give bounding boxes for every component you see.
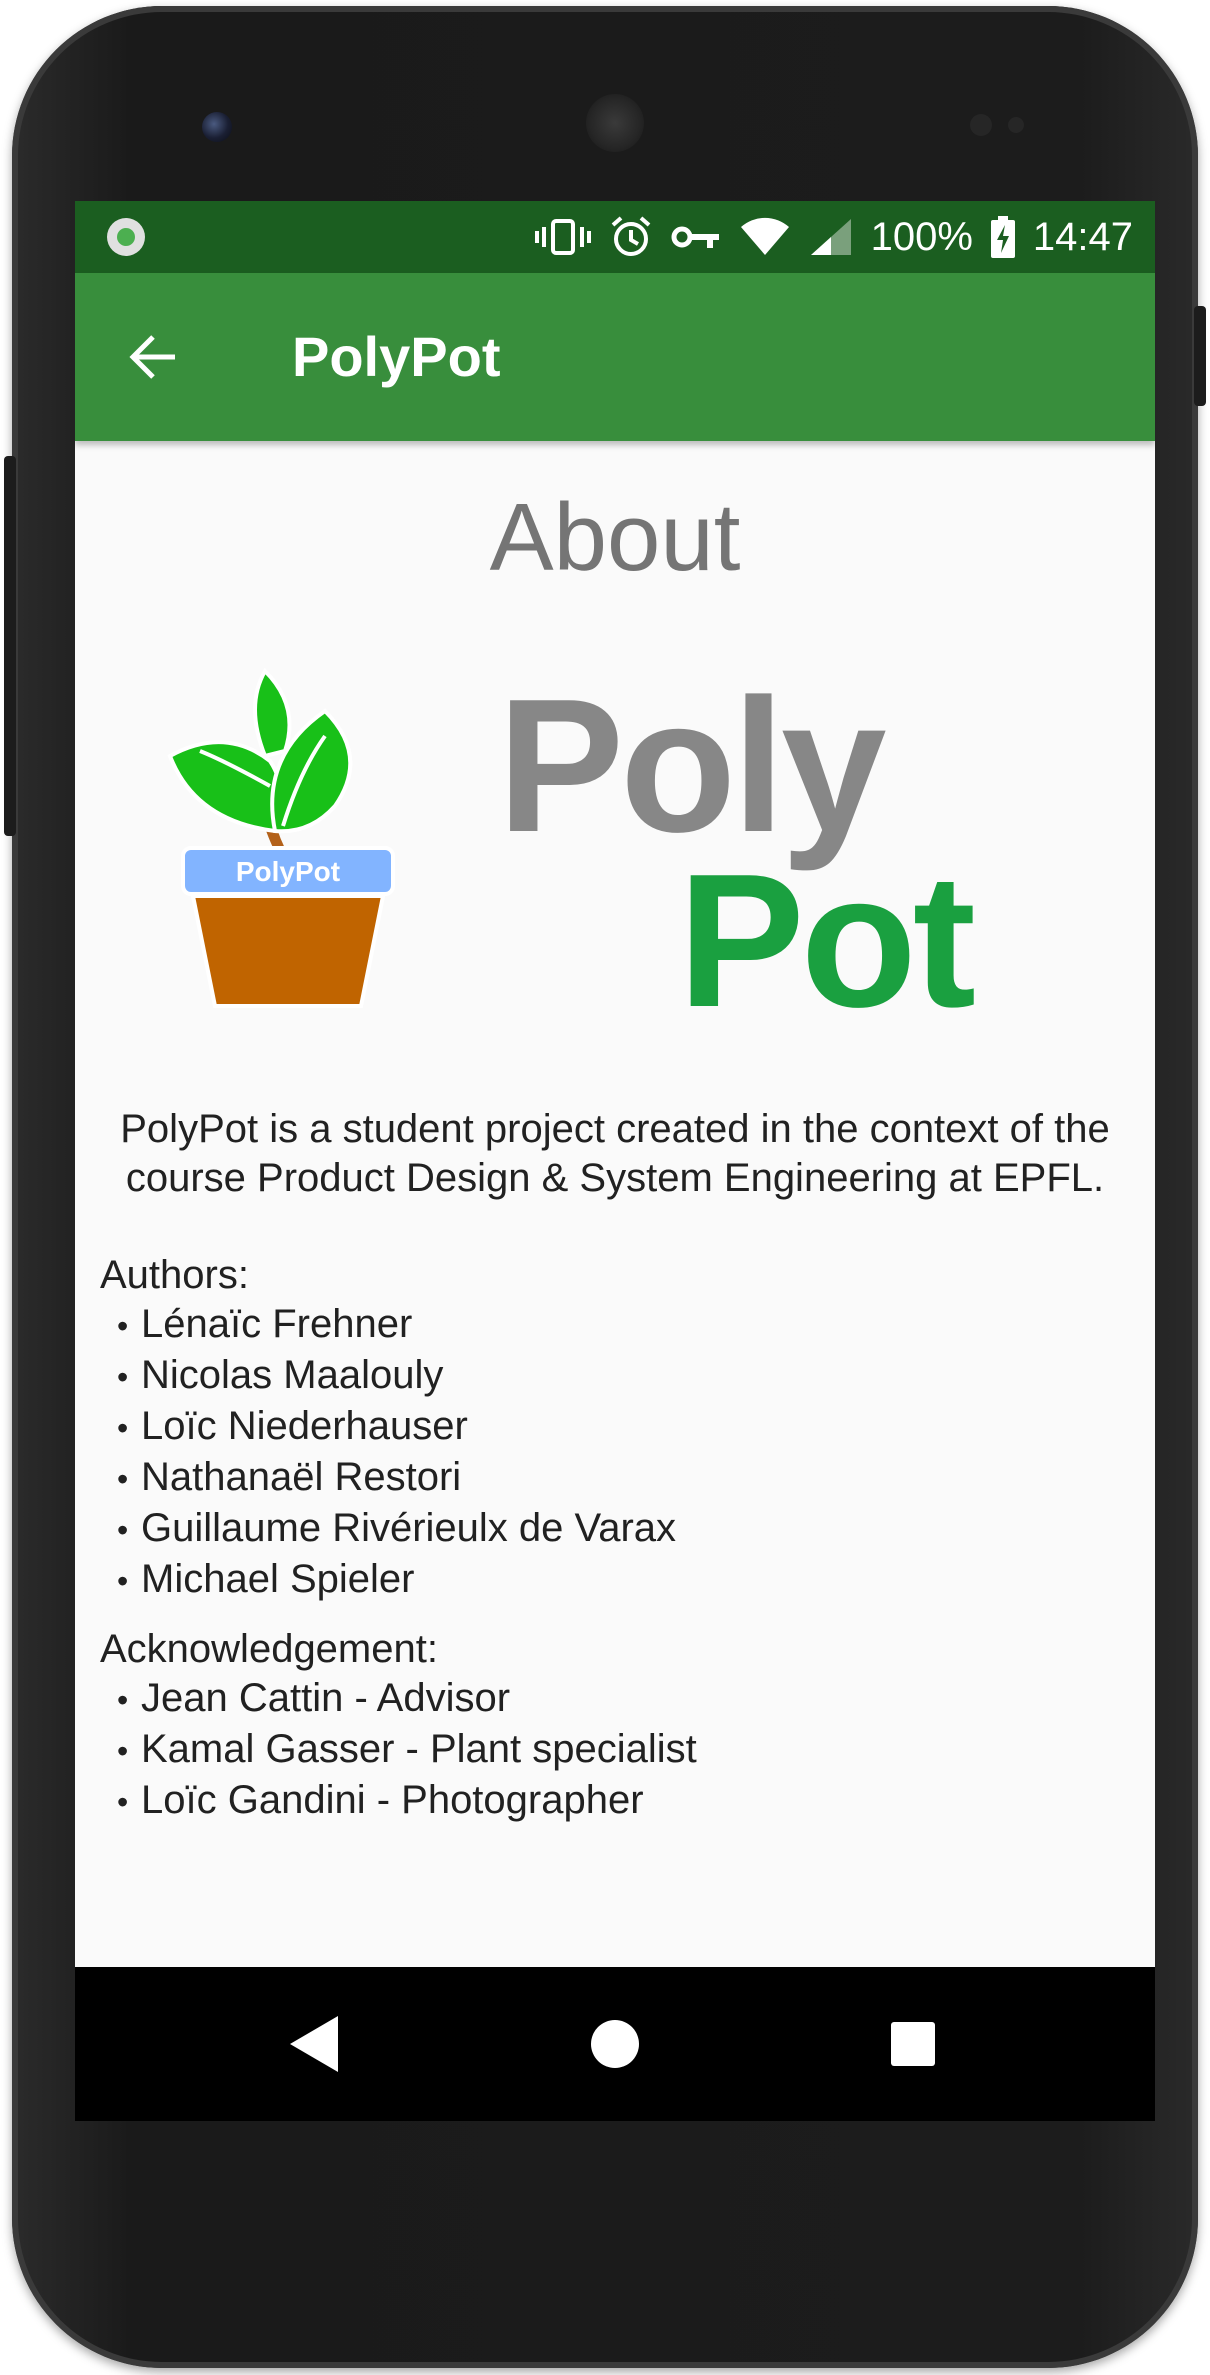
earpiece-speaker — [586, 94, 644, 152]
vpn-key-icon — [671, 222, 721, 252]
light-sensor — [1008, 117, 1024, 133]
volume-button — [4, 456, 16, 836]
nav-recents-button[interactable] — [873, 2004, 953, 2084]
clock: 14:47 — [1032, 214, 1133, 259]
list-item: Guillaume Rivérieulx de Varax — [117, 1504, 676, 1555]
alarm-icon — [609, 215, 653, 259]
project-description: PolyPot is a student project created in … — [120, 1107, 1110, 1200]
app-title: PolyPot — [292, 325, 501, 388]
home-circle-icon — [591, 2020, 639, 2068]
phone-frame: 100% 14:47 PolyPot About PolyPot Poly Po… — [4, 6, 1206, 2368]
arrow-back-icon — [129, 335, 175, 379]
app-notification-icon — [107, 218, 145, 256]
acknowledgement-label: Acknowledgement: — [100, 1627, 438, 1671]
nav-home-button[interactable] — [575, 2004, 655, 2084]
back-button[interactable] — [111, 315, 195, 399]
list-item: Nicolas Maalouly — [117, 1351, 676, 1402]
authors-label: Authors: — [100, 1253, 249, 1297]
nav-back-button[interactable] — [274, 2004, 354, 2084]
list-item: Loïc Niederhauser — [117, 1402, 676, 1453]
status-icons: 100% 14:47 — [534, 201, 1133, 273]
list-item: Kamal Gasser - Plant specialist — [117, 1725, 697, 1776]
back-triangle-icon — [290, 2016, 338, 2072]
app-bar: PolyPot — [75, 273, 1155, 441]
front-camera — [202, 112, 232, 142]
cell-signal-icon — [809, 217, 853, 257]
list-item: Nathanaël Restori — [117, 1453, 676, 1504]
battery-percent: 100% — [870, 214, 973, 259]
polypot-logo: PolyPot Poly Pot — [167, 666, 978, 1026]
about-content: About PolyPot Poly Pot PolyPot is a stud… — [75, 441, 1155, 2068]
list-item: Jean Cattin - Advisor — [117, 1674, 697, 1725]
battery-charging-icon — [990, 216, 1015, 258]
acknowledgement-list: Jean Cattin - Advisor Kamal Gasser - Pla… — [117, 1674, 697, 1827]
navigation-bar — [75, 1967, 1155, 2121]
proximity-sensor — [970, 114, 992, 136]
logo-word-pot: Pot — [678, 835, 974, 1026]
vibrate-icon — [534, 217, 591, 257]
authors-list: Lénaïc Frehner Nicolas Maalouly Loïc Nie… — [117, 1300, 676, 1606]
screen: 100% 14:47 PolyPot About PolyPot Poly Po… — [75, 201, 1155, 2121]
pot-label: PolyPot — [236, 856, 340, 887]
list-item: Michael Spieler — [117, 1555, 676, 1606]
page-title: About — [489, 484, 741, 591]
wifi-icon — [739, 217, 791, 257]
list-item: Lénaïc Frehner — [117, 1300, 676, 1351]
power-button — [1194, 306, 1206, 406]
list-item: Loïc Gandini - Photographer — [117, 1776, 697, 1827]
recents-square-icon — [891, 2022, 935, 2066]
status-bar: 100% 14:47 — [75, 201, 1155, 273]
